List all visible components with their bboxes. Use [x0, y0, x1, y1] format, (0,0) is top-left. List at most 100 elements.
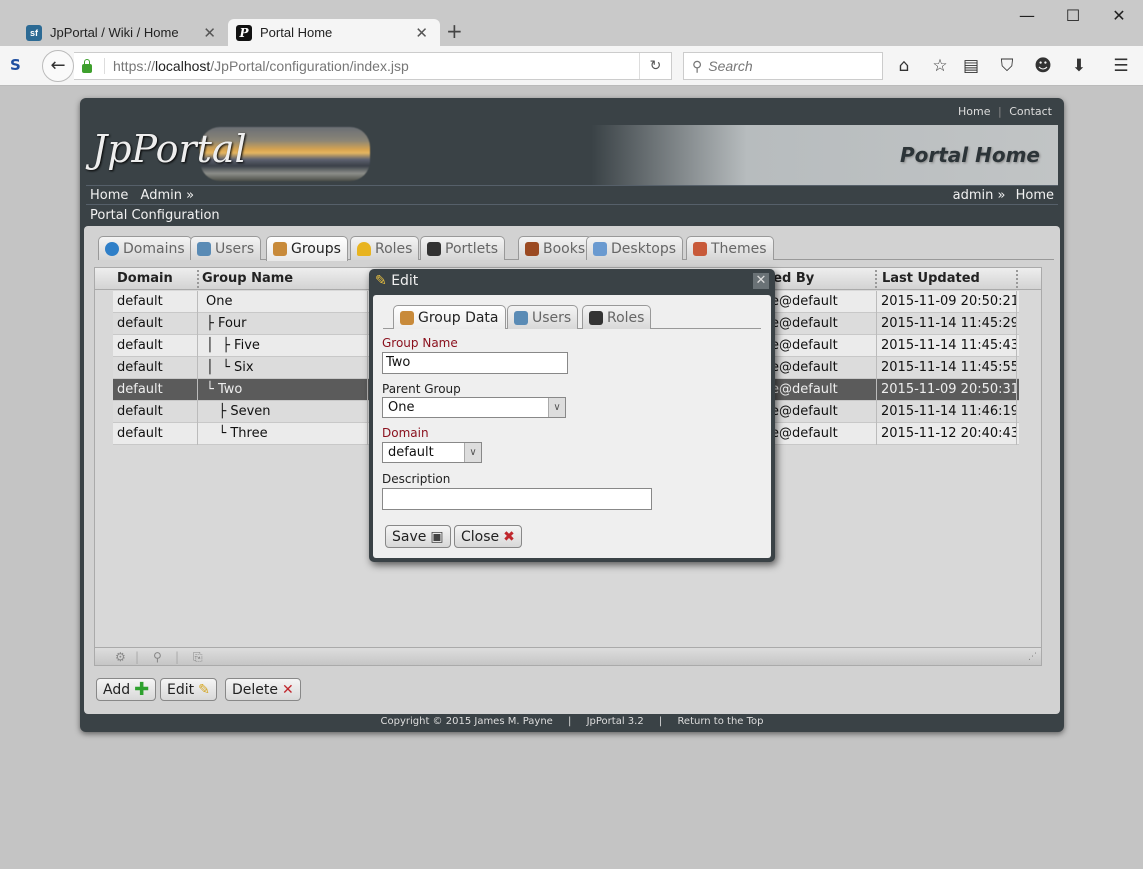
cell-group-name: └ Two [198, 379, 368, 401]
browser-titlebar: sf JpPortal / Wiki / Home ✕ P Portal Hom… [0, 0, 1143, 46]
cell-last-updated: 2015-11-14 11:45:43 [877, 335, 1017, 357]
column-updated-by[interactable]: ted By [767, 270, 877, 288]
group-name-input[interactable]: Two [382, 352, 568, 374]
cell-domain: default [113, 357, 198, 379]
tab-group-data[interactable]: Group Data [393, 305, 506, 329]
reload-icon[interactable]: ↻ [639, 53, 671, 79]
save-button[interactable]: Save ▣ [385, 525, 451, 548]
tab-dialog-users[interactable]: Users [507, 305, 579, 329]
column-group-name[interactable]: Group Name [202, 270, 372, 288]
tab-desktops[interactable]: Desktops [586, 236, 684, 260]
tab-themes[interactable]: Themes [686, 236, 774, 260]
dialog-title: Edit [391, 273, 419, 289]
delete-button[interactable]: Delete ✕ [225, 678, 301, 701]
menu-admin[interactable]: Admin » [141, 188, 195, 203]
parent-group-select[interactable]: One ∨ [382, 397, 566, 418]
hello-chat-icon[interactable]: ☻ [1031, 56, 1055, 76]
tab-dialog-roles[interactable]: Roles [582, 305, 652, 329]
edit-button[interactable]: Edit ✎ [160, 678, 217, 701]
tab-domains[interactable]: Domains [98, 236, 192, 260]
back-icon[interactable]: ← [42, 50, 74, 82]
cell-domain: default [113, 401, 198, 423]
extension-s-icon[interactable]: S [10, 56, 21, 74]
tab-users[interactable]: Users [190, 236, 262, 260]
menu-user-admin[interactable]: admin » [953, 188, 1006, 203]
domain-select[interactable]: default ∨ [382, 442, 482, 463]
cell-domain: default [113, 379, 198, 401]
cell-group-name: ├ Seven [198, 401, 368, 423]
cell-last-updated: 2015-11-12 20:40:43 [877, 423, 1017, 445]
close-tab-icon[interactable]: ✕ [203, 24, 216, 42]
config-tabs: Domains Users Groups Roles Portlets Book… [98, 236, 1054, 261]
new-tab-icon[interactable]: + [446, 19, 463, 43]
home-icon[interactable]: ⌂ [892, 56, 916, 76]
cell-group-name: │ └ Six [198, 357, 368, 379]
cell-updated-by: e@default [767, 423, 877, 445]
bookmark-star-icon[interactable]: ☆ [928, 56, 952, 76]
menu-icon[interactable]: ☰ [1109, 56, 1133, 76]
export-icon[interactable]: ⎘ [193, 648, 203, 666]
url-bar[interactable]: https://localhost/JpPortal/configuration… [74, 52, 672, 80]
url-text[interactable]: https://localhost/JpPortal/configuration… [104, 58, 409, 74]
cell-updated-by: e@default [767, 335, 877, 357]
dialog-body: Group Data Users Roles Group Name Two Pa… [373, 295, 771, 558]
close-tab-icon[interactable]: ✕ [415, 24, 428, 42]
maximize-icon[interactable]: ☐ [1058, 6, 1088, 25]
close-x-icon: ✖ [503, 528, 515, 545]
search-icon[interactable]: ⚲ [153, 648, 162, 666]
tab-roles[interactable]: Roles [350, 236, 420, 260]
browser-tab-portal-home[interactable]: P Portal Home ✕ [228, 19, 440, 46]
download-icon[interactable]: ⬇ [1067, 56, 1091, 76]
close-window-icon[interactable]: ✕ [1104, 6, 1134, 25]
cell-domain: default [113, 335, 198, 357]
tab-portlets[interactable]: Portlets [420, 236, 506, 260]
cell-last-updated: 2015-11-14 11:45:29 [877, 313, 1017, 335]
cell-last-updated: 2015-11-09 20:50:31 [877, 379, 1017, 401]
cell-updated-by: e@default [767, 313, 877, 335]
search-input[interactable]: ⚲ Search [683, 52, 883, 80]
cell-group-name: One [198, 291, 368, 313]
reading-list-icon[interactable]: ▤ [959, 56, 983, 76]
tab-groups[interactable]: Groups [266, 236, 348, 261]
menu-home[interactable]: Home [90, 188, 128, 203]
pocket-icon[interactable]: ⛉ [995, 56, 1019, 76]
banner: JpPortal Portal Home [86, 125, 1058, 185]
return-to-top-link[interactable]: Return to the Top [677, 716, 763, 727]
desktop-icon [593, 241, 607, 256]
cell-domain: default [113, 291, 198, 313]
cell-group-name: ├ Four [198, 313, 368, 335]
globe-icon [105, 241, 119, 256]
dialog-titlebar[interactable]: ✎ Edit [375, 273, 418, 289]
sourceforge-favicon-icon: sf [26, 24, 42, 41]
tab-books[interactable]: Books [518, 236, 593, 260]
minimize-icon[interactable]: — [1012, 6, 1042, 25]
column-last-updated[interactable]: Last Updated [882, 270, 1018, 288]
logo[interactable]: JpPortal [92, 127, 247, 171]
top-link-home[interactable]: Home [958, 105, 990, 118]
close-button[interactable]: Close ✖ [454, 525, 522, 548]
add-button[interactable]: Add ✚ [96, 678, 157, 701]
resize-grip-icon[interactable]: ⋰ [1028, 648, 1037, 666]
menu-user-home[interactable]: Home [1016, 188, 1054, 203]
group-name-label: Group Name [382, 336, 458, 350]
top-link-contact[interactable]: Contact [1009, 105, 1052, 118]
lock-icon [82, 58, 92, 73]
settings-icon[interactable]: ⚙ [115, 648, 126, 666]
browser-navbar: S ← https://localhost/JpPortal/configura… [0, 46, 1143, 86]
cell-group-name: └ Three [198, 423, 368, 445]
cell-updated-by: e@default [767, 379, 877, 401]
floppy-disk-icon: ▣ [430, 528, 444, 545]
grid-footer: ⚙ | ⚲ | ⎘ ⋰ [95, 647, 1041, 665]
cell-domain: default [113, 313, 198, 335]
cell-last-updated: 2015-11-14 11:45:55 [877, 357, 1017, 379]
jpportal-favicon-icon: P [236, 24, 252, 41]
search-icon: ⚲ [692, 57, 703, 74]
cell-updated-by: e@default [767, 401, 877, 423]
pencil-icon: ✎ [375, 273, 387, 289]
hardhat-icon [357, 241, 371, 256]
description-input[interactable] [382, 488, 652, 510]
dialog-tabs: Group Data Users Roles [383, 305, 761, 329]
column-domain[interactable]: Domain [117, 270, 199, 288]
browser-tab-wiki[interactable]: sf JpPortal / Wiki / Home ✕ [22, 19, 228, 46]
dialog-close-icon[interactable]: ✕ [753, 273, 769, 289]
